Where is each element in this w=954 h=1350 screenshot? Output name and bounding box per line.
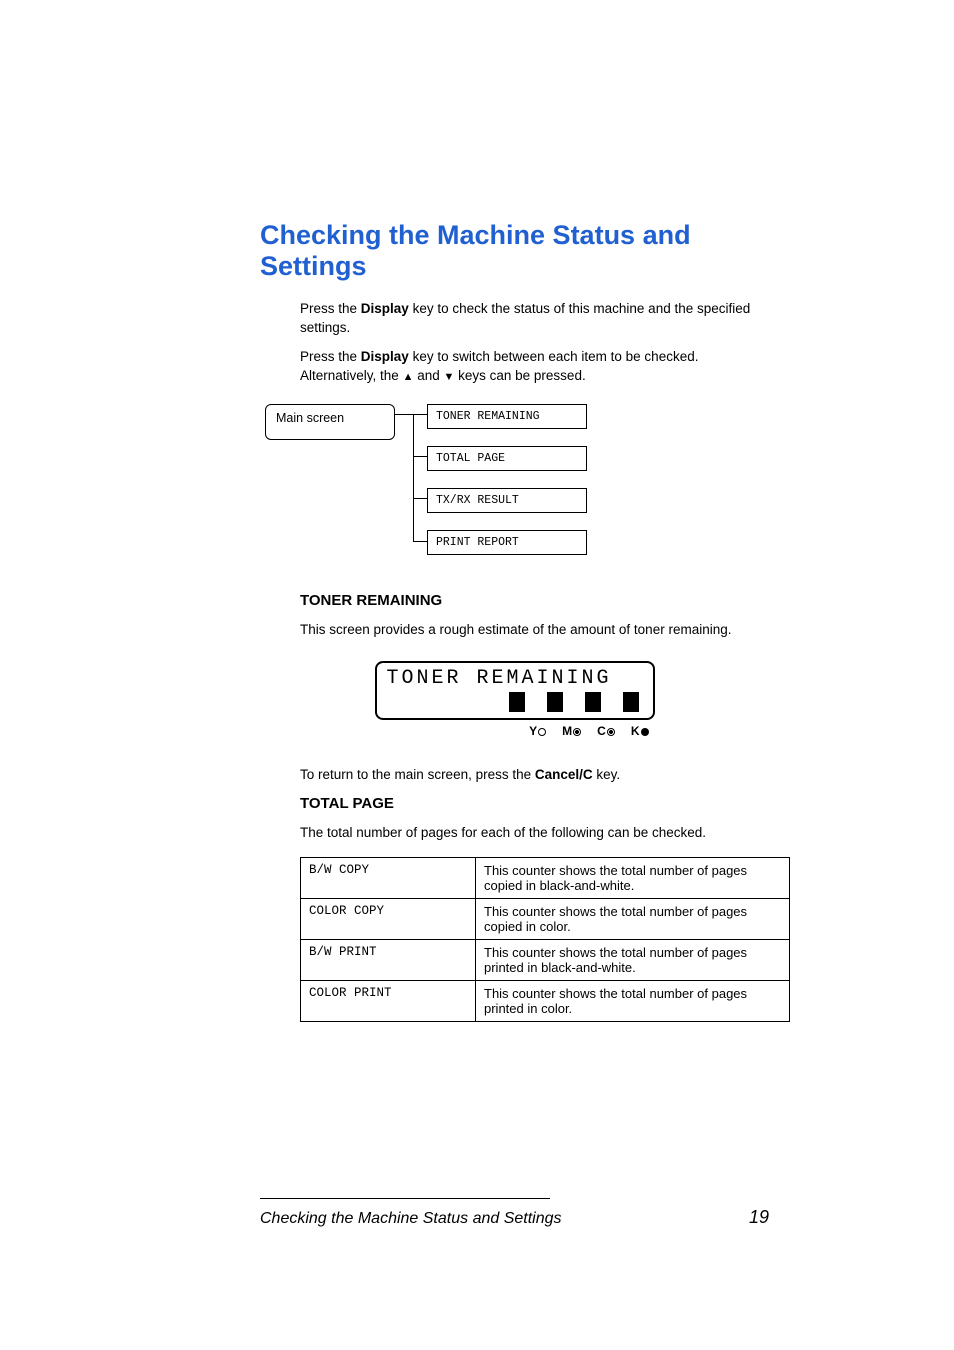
total-page-table: B/W COPY This counter shows the total nu… [300, 857, 790, 1022]
up-triangle-icon: ▲ [403, 371, 414, 383]
toner-heading: TONER REMAINING [300, 592, 769, 609]
text: Press the [300, 349, 361, 364]
label-y: Y [529, 724, 546, 738]
toner-bar-m [547, 692, 563, 712]
intro-para-2: Press the Display key to switch between … [300, 348, 769, 386]
menu-diagram: Main screen TONER REMAINING TOTAL PAGE T… [265, 404, 769, 564]
toner-bar-c [585, 692, 601, 712]
label-c: C [597, 724, 615, 738]
toner-para: This screen provides a rough estimate of… [300, 621, 769, 640]
menu-item-total: TOTAL PAGE [427, 446, 587, 471]
lcd-screen: TONER REMAINING [375, 661, 655, 720]
menu-item-toner: TONER REMAINING [427, 404, 587, 429]
main-heading: Checking the Machine Status and Settings [260, 220, 769, 282]
text: M [562, 724, 572, 738]
total-para: The total number of pages for each of th… [300, 824, 769, 843]
toner-bar-k [623, 692, 639, 712]
main-screen-box: Main screen [265, 404, 395, 440]
display-key-ref: Display [361, 349, 409, 364]
counter-name: B/W COPY [301, 858, 476, 899]
counter-name: B/W PRINT [301, 940, 476, 981]
counter-desc: This counter shows the total number of p… [476, 858, 790, 899]
dot-half-icon [607, 728, 615, 736]
table-row: COLOR PRINT This counter shows the total… [301, 981, 790, 1022]
counter-desc: This counter shows the total number of p… [476, 981, 790, 1022]
counter-desc: This counter shows the total number of p… [476, 940, 790, 981]
text: and [413, 368, 443, 383]
counter-name: COLOR COPY [301, 899, 476, 940]
text: K [631, 724, 640, 738]
text: C [597, 724, 606, 738]
lcd-title: TONER REMAINING [387, 667, 643, 690]
connector-line [413, 414, 427, 415]
counter-name: COLOR PRINT [301, 981, 476, 1022]
display-key-ref: Display [361, 301, 409, 316]
intro-para-1: Press the Display key to check the statu… [300, 300, 769, 338]
text: Y [529, 724, 537, 738]
text: Press the [300, 301, 361, 316]
total-heading: TOTAL PAGE [300, 795, 769, 812]
label-m: M [562, 724, 581, 738]
connector-line [413, 456, 427, 457]
text: key. [593, 767, 621, 782]
counter-desc: This counter shows the total number of p… [476, 899, 790, 940]
dot-open-icon [538, 728, 546, 736]
toner-bar-y [509, 692, 525, 712]
connector-line [413, 498, 427, 499]
cancel-key-ref: Cancel/C [535, 767, 593, 782]
return-para: To return to the main screen, press the … [300, 766, 769, 785]
down-triangle-icon: ▼ [443, 371, 454, 383]
menu-item-txrx: TX/RX RESULT [427, 488, 587, 513]
lcd-illustration: TONER REMAINING Y M C K [375, 661, 655, 738]
toner-labels: Y M C K [375, 724, 655, 738]
connector-line [395, 414, 413, 415]
table-row: B/W COPY This counter shows the total nu… [301, 858, 790, 899]
text: keys can be pressed. [454, 368, 585, 383]
dot-full-icon [641, 728, 649, 736]
menu-item-report: PRINT REPORT [427, 530, 587, 555]
dot-half-icon [573, 728, 581, 736]
label-k: K [631, 724, 649, 738]
toner-bars [387, 692, 643, 712]
table-row: COLOR COPY This counter shows the total … [301, 899, 790, 940]
footer-title: Checking the Machine Status and Settings [260, 1210, 562, 1228]
connector-line [413, 414, 414, 542]
page-footer: Checking the Machine Status and Settings… [260, 1198, 769, 1228]
connector-line [413, 541, 427, 542]
text: To return to the main screen, press the [300, 767, 535, 782]
table-row: B/W PRINT This counter shows the total n… [301, 940, 790, 981]
page-number: 19 [749, 1207, 769, 1228]
footer-rule [260, 1198, 550, 1199]
